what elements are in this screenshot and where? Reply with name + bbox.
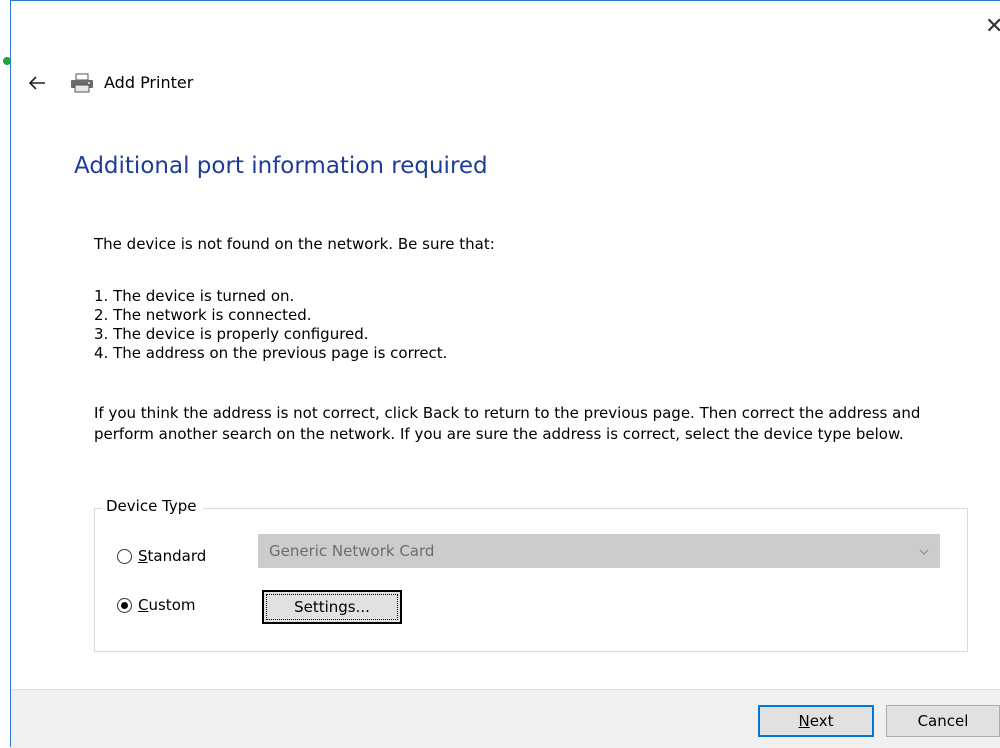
next-button[interactable]: Next [758, 705, 874, 737]
page-heading: Additional port information required [74, 153, 488, 179]
list-item: 1. The device is turned on. [94, 287, 295, 305]
list-item: 4. The address on the previous page is c… [94, 344, 448, 362]
list-item: 3. The device is properly configured. [94, 325, 369, 343]
standard-label: Standard [138, 547, 207, 565]
explanation-text: If you think the address is not correct,… [94, 404, 921, 443]
device-type-select: Generic Network Card [258, 534, 940, 568]
checklist: 1. The device is turned on. 2. The netwo… [94, 287, 447, 363]
device-type-legend: Device Type [102, 497, 203, 515]
list-item: 2. The network is connected. [94, 306, 312, 324]
custom-radio[interactable]: Custom [117, 596, 195, 614]
status-dot [3, 57, 11, 65]
next-button-label: Next [798, 712, 834, 730]
window-border [10, 0, 1000, 1]
window-title: Add Printer [104, 73, 194, 92]
focus-ring [266, 594, 398, 620]
standard-radio[interactable]: Standard [117, 547, 206, 565]
back-arrow-icon[interactable] [26, 72, 48, 94]
custom-label: Custom [138, 596, 196, 614]
close-icon[interactable]: ✕ [985, 16, 1000, 38]
intro-text: The device is not found on the network. … [94, 235, 495, 253]
cancel-button[interactable]: Cancel [886, 705, 1000, 737]
device-type-group [94, 508, 968, 652]
settings-button[interactable]: Settings... [262, 590, 402, 624]
select-value: Generic Network Card [269, 542, 435, 560]
window-border [10, 0, 11, 747]
radio-button-checked[interactable] [117, 597, 132, 613]
radio-button[interactable] [117, 548, 132, 564]
chevron-down-icon [919, 549, 929, 555]
cancel-button-label: Cancel [917, 712, 969, 730]
printer-icon [71, 73, 93, 93]
